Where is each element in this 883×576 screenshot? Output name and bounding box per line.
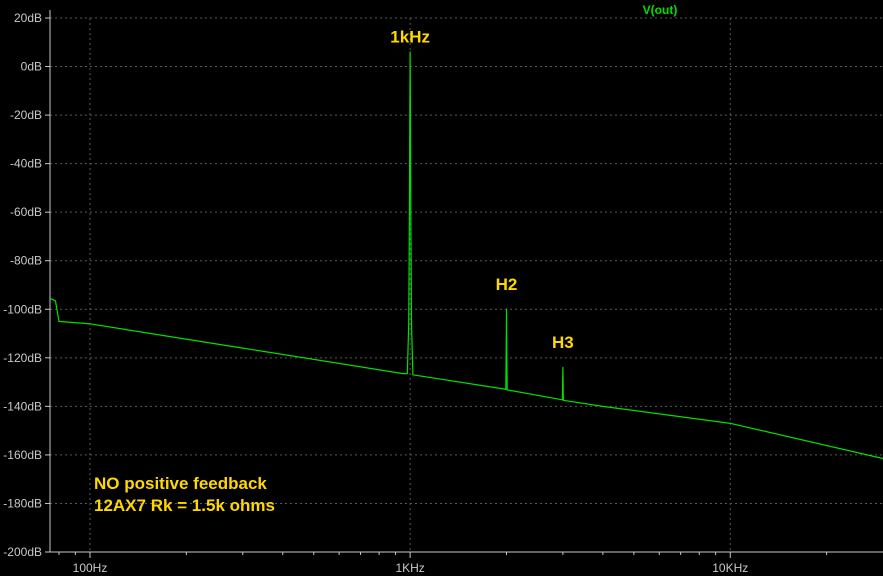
y-tick-label: -40dB: [10, 157, 42, 171]
trace-layer: [49, 51, 883, 460]
y-tick-label: -20dB: [10, 108, 42, 122]
y-tick-label: 20dB: [14, 11, 42, 25]
peak-annotation: H2: [496, 275, 518, 294]
series-line: [49, 51, 883, 460]
y-tick-label: 0dB: [21, 60, 42, 74]
peak-annotation: 1kHz: [390, 27, 430, 46]
y-tick-label: -140dB: [3, 399, 42, 413]
grid: [50, 17, 883, 553]
x-tick-label: 100Hz: [73, 561, 108, 575]
note-line-1: NO positive feedback: [94, 474, 267, 493]
note-line-2: 12AX7 Rk = 1.5k ohms: [94, 496, 275, 515]
y-tick-label: -100dB: [3, 302, 42, 316]
x-tick-label: 10KHz: [712, 561, 748, 575]
y-tick-label: -200dB: [3, 545, 42, 559]
x-tick-label: 1KHz: [395, 561, 424, 575]
trace-label[interactable]: V(out): [643, 3, 678, 17]
y-tick-label: -160dB: [3, 448, 42, 462]
y-tick-label: -60dB: [10, 205, 42, 219]
y-tick-label: -180dB: [3, 496, 42, 510]
peak-annotation: H3: [552, 333, 574, 352]
y-tick-label: -120dB: [3, 351, 42, 365]
annotations: 1kHz H2 H3: [390, 27, 573, 352]
y-tick-label: -80dB: [10, 254, 42, 268]
